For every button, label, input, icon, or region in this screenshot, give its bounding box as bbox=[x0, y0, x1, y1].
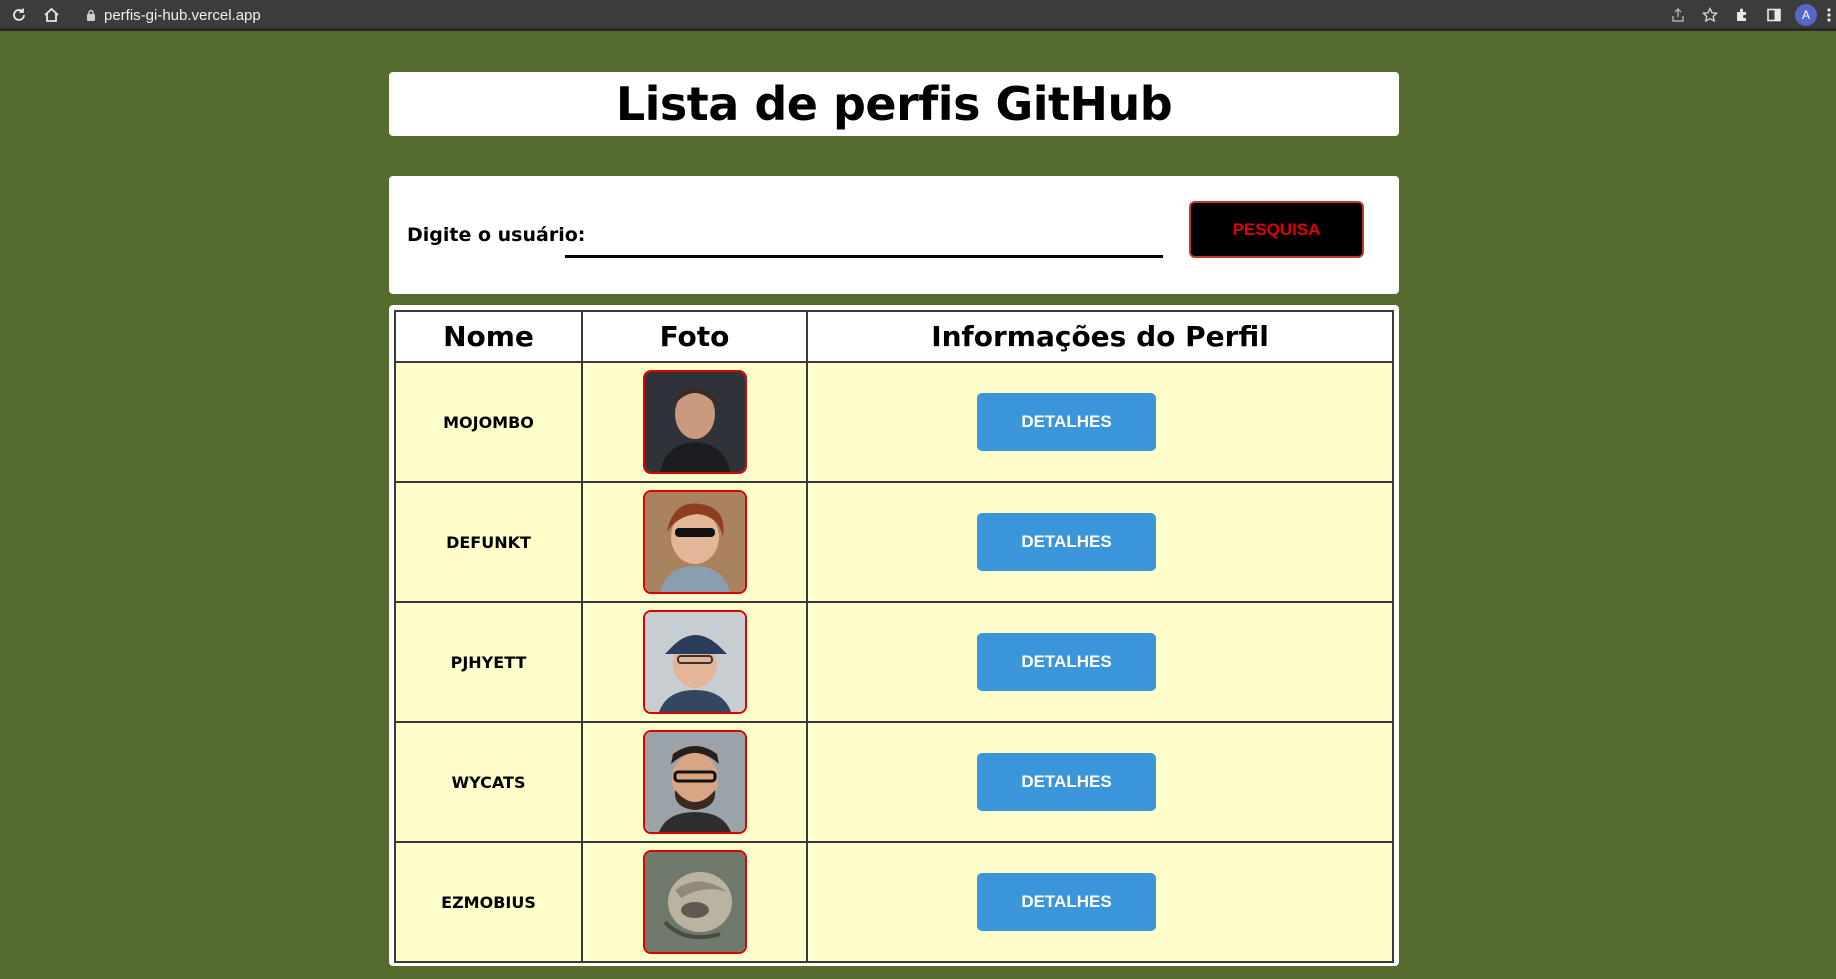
table-row: EZMOBIUS DETALHES bbox=[394, 841, 1394, 963]
header-name: Nome bbox=[394, 310, 583, 363]
table-header-row: Nome Foto Informações do Perfil bbox=[394, 310, 1394, 363]
table-row: DEFUNKT DETALHES bbox=[394, 481, 1394, 603]
photo-cell bbox=[581, 601, 808, 723]
star-icon[interactable] bbox=[1694, 3, 1726, 27]
user-name: MOJOMBO bbox=[394, 361, 583, 483]
details-button[interactable]: DETALHES bbox=[977, 873, 1156, 931]
user-avatar-image bbox=[642, 850, 747, 954]
profiles-table-card: Nome Foto Informações do Perfil MOJOMBO … bbox=[389, 305, 1399, 966]
header-profile-info: Informações do Perfil bbox=[806, 310, 1394, 363]
user-avatar-image bbox=[642, 610, 747, 714]
reload-icon[interactable] bbox=[8, 4, 30, 26]
user-name: PJHYETT bbox=[394, 601, 583, 723]
details-cell: DETALHES bbox=[806, 361, 1394, 483]
details-button[interactable]: DETALHES bbox=[977, 633, 1156, 691]
user-avatar-image bbox=[642, 490, 747, 594]
table-row: PJHYETT DETALHES bbox=[394, 601, 1394, 723]
user-name: WYCATS bbox=[394, 721, 583, 843]
photo-cell bbox=[581, 721, 808, 843]
details-cell: DETALHES bbox=[806, 601, 1394, 723]
url-text: perfis-gi-hub.vercel.app bbox=[104, 6, 261, 24]
title-card: Lista de perfis GitHub bbox=[389, 72, 1399, 136]
details-button[interactable]: DETALHES bbox=[977, 393, 1156, 451]
photo-cell bbox=[581, 841, 808, 963]
photo-cell bbox=[581, 481, 808, 603]
table-row: WYCATS DETALHES bbox=[394, 721, 1394, 843]
user-name: DEFUNKT bbox=[394, 481, 583, 603]
profiles-table: Nome Foto Informações do Perfil MOJOMBO … bbox=[394, 310, 1394, 963]
details-cell: DETALHES bbox=[806, 841, 1394, 963]
details-cell: DETALHES bbox=[806, 481, 1394, 603]
more-icon[interactable] bbox=[1822, 3, 1836, 27]
browser-toolbar: perfis-gi-hub.vercel.app A bbox=[0, 0, 1836, 31]
profile-avatar[interactable]: A bbox=[1790, 3, 1822, 27]
sidebar-icon[interactable] bbox=[1758, 3, 1790, 27]
details-button[interactable]: DETALHES bbox=[977, 753, 1156, 811]
share-icon[interactable] bbox=[1662, 3, 1694, 27]
search-button[interactable]: PESQUISA bbox=[1189, 201, 1364, 258]
header-photo: Foto bbox=[581, 310, 808, 363]
user-avatar-image bbox=[642, 730, 747, 834]
lock-icon bbox=[86, 6, 96, 25]
photo-cell bbox=[581, 361, 808, 483]
home-icon[interactable] bbox=[40, 4, 62, 26]
details-cell: DETALHES bbox=[806, 721, 1394, 843]
user-name: EZMOBIUS bbox=[394, 841, 583, 963]
details-button[interactable]: DETALHES bbox=[977, 513, 1156, 571]
page-title: Lista de perfis GitHub bbox=[615, 77, 1173, 131]
address-bar[interactable]: perfis-gi-hub.vercel.app bbox=[86, 3, 261, 27]
search-input[interactable] bbox=[565, 222, 1163, 258]
user-avatar-image bbox=[642, 370, 747, 474]
search-label: Digite o usuário: bbox=[407, 224, 586, 246]
table-row: MOJOMBO DETALHES bbox=[394, 361, 1394, 483]
extensions-icon[interactable] bbox=[1726, 3, 1758, 27]
